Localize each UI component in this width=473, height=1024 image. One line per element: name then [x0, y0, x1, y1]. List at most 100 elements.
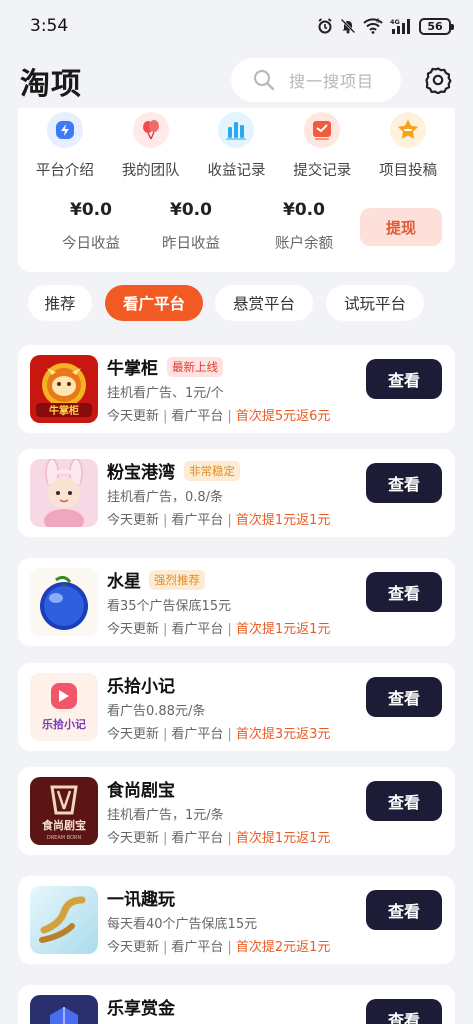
tab-ad-platform[interactable]: 看广平台 [105, 285, 203, 321]
mute-bell-icon [340, 18, 356, 34]
item-name: 食尚剧宝 [107, 781, 175, 801]
item-name: 一讯趣玩 [107, 890, 175, 910]
app-title: 淘项 [20, 67, 82, 102]
update-text: 今天更新 [107, 831, 160, 846]
app-logo: 牛掌柜 [30, 355, 98, 423]
promo-text: 首次提1元返1元 [235, 831, 331, 846]
search-input[interactable]: 搜一搜项目 [231, 58, 401, 102]
update-text: 今天更新 [107, 940, 160, 955]
item-description: 挂机看广告、1元/个 [107, 386, 224, 401]
promo-text: 首次提1元返1元 [235, 622, 331, 637]
item-description: 看广告0.88元/条 [107, 704, 206, 719]
app-logo [30, 459, 98, 527]
logo-text: 牛掌柜 [49, 404, 79, 417]
update-text: 今天更新 [107, 513, 160, 528]
settings-button[interactable] [423, 65, 453, 95]
withdraw-button[interactable]: 提现 [360, 208, 442, 246]
tag-badge: 最新上线 [167, 357, 223, 377]
bar-chart-icon [218, 112, 255, 148]
view-button[interactable]: 查看 [366, 890, 442, 930]
promo-text: 首次提3元返3元 [235, 727, 331, 742]
earning-label: 昨日收益 [162, 236, 220, 252]
view-button[interactable]: 查看 [366, 572, 442, 612]
quick-action-team[interactable]: 我的团队 [108, 112, 194, 188]
status-time: 3:54 [30, 16, 69, 36]
list-item[interactable]: 粉宝港湾 非常稳定 挂机看广告，0.8/条 今天更新 | 看广平台 | 首次提1元返1元… [18, 449, 455, 537]
summary-card: 平台介绍 我的团队 收益记录 提交记录 项目投稿 ¥0.0 今日收益 ¥0.0 … [18, 108, 455, 272]
update-text: 今天更新 [107, 622, 160, 637]
earning-value: ¥0.0 [170, 200, 212, 220]
list-item[interactable]: 食尚剧宝 DREAM BORN 食尚剧宝 挂机看广告，1元/条 今天更新 | 看广平… [18, 767, 455, 855]
category-text: 看广平台 [171, 831, 224, 846]
item-name: 粉宝港湾 [107, 463, 175, 483]
status-bar: 3:54 6 4G 56 [0, 0, 473, 52]
view-button[interactable]: 查看 [366, 999, 442, 1024]
tab-trial-platform[interactable]: 试玩平台 [326, 285, 424, 321]
search-placeholder: 搜一搜项目 [289, 72, 375, 91]
item-name: 牛掌柜 [107, 359, 158, 379]
status-icons: 6 4G 56 [317, 17, 454, 35]
app-logo: 乐拾小记 [30, 673, 98, 741]
balloon-icon [132, 112, 169, 148]
item-meta: 今天更新 | 看广平台 | 首次提2元返1元 [107, 940, 331, 955]
list-item[interactable]: 牛掌柜 牛掌柜 最新上线 挂机看广告、1元/个 今天更新 | 看广平台 | 首次提5元返… [18, 345, 455, 433]
item-meta: 今天更新 | 看广平台 | 首次提1元返1元 [107, 831, 331, 846]
earnings-row: ¥0.0 今日收益 ¥0.0 昨日收益 ¥0.0 账户余额 提现 [18, 200, 455, 264]
list-item[interactable]: 乐拾小记 乐拾小记 看广告0.88元/条 今天更新 | 看广平台 | 首次提3元返3元 … [18, 663, 455, 751]
alarm-icon [318, 18, 332, 34]
tag-badge: 强烈推荐 [149, 570, 205, 590]
view-button[interactable]: 查看 [366, 677, 442, 717]
quick-action-submissions[interactable]: 提交记录 [279, 112, 365, 188]
list-item[interactable]: 水星 强烈推荐 看35个广告保底15元 今天更新 | 看广平台 | 首次提1元返1元 查… [18, 558, 455, 646]
signal-label: 4G [390, 18, 400, 26]
category-tabs: 推荐 看广平台 悬赏平台 试玩平台 [18, 285, 455, 321]
promo-text: 首次提2元返1元 [235, 940, 331, 955]
battery-level: 56 [427, 19, 443, 33]
tab-bounty-platform[interactable]: 悬赏平台 [215, 285, 313, 321]
quick-action-intro[interactable]: 平台介绍 [22, 112, 108, 188]
tab-recommended[interactable]: 推荐 [28, 285, 92, 321]
view-button[interactable]: 查看 [366, 359, 442, 399]
view-button[interactable]: 查看 [366, 463, 442, 503]
logo-subtext: DREAM BORN [47, 835, 82, 841]
earning-balance: ¥0.0 账户余额 [249, 200, 359, 253]
update-text: 今天更新 [107, 727, 160, 742]
item-description: 挂机看广告，1元/条 [107, 808, 224, 823]
item-description: 挂机看广告，0.8/条 [107, 490, 224, 505]
category-text: 看广平台 [171, 727, 224, 742]
earning-label: 账户余额 [275, 236, 333, 252]
earning-value: ¥0.0 [70, 200, 112, 220]
wifi-icon: 6 [363, 18, 383, 34]
earning-label: 今日收益 [62, 236, 120, 252]
quick-action-earnings[interactable]: 收益记录 [194, 112, 280, 188]
quick-action-contribute[interactable]: 项目投稿 [365, 112, 451, 188]
submit-icon [304, 112, 341, 148]
category-text: 看广平台 [171, 513, 224, 528]
item-meta: 今天更新 | 看广平台 | 首次提3元返3元 [107, 727, 331, 742]
promo-text: 首次提5元返6元 [235, 409, 331, 424]
search-icon [253, 69, 275, 91]
list-item[interactable]: 一讯趣玩 每天看40个广告保底15元 今天更新 | 看广平台 | 首次提2元返1元 查看 [18, 876, 455, 964]
quick-actions: 平台介绍 我的团队 收益记录 提交记录 项目投稿 [18, 112, 455, 188]
gear-icon [425, 67, 452, 94]
header: 淘项 搜一搜项目 [0, 52, 473, 110]
item-description: 看35个广告保底15元 [107, 599, 232, 614]
cell-signal-icon: 4G [390, 18, 410, 34]
category-text: 看广平台 [171, 409, 224, 424]
lightning-icon [46, 112, 83, 148]
earning-today: ¥0.0 今日收益 [36, 200, 146, 253]
battery-indicator: 56 [419, 17, 454, 35]
earning-value: ¥0.0 [283, 200, 325, 220]
app-logo [30, 886, 98, 954]
category-text: 看广平台 [171, 622, 224, 637]
item-name: 乐拾小记 [107, 677, 175, 697]
logo-text: 食尚剧宝 [42, 818, 86, 832]
app-logo [30, 568, 98, 636]
star-icon [390, 112, 427, 148]
list-item[interactable]: 乐享赏金 查看 [18, 985, 455, 1024]
item-meta: 今天更新 | 看广平台 | 首次提5元返6元 [107, 409, 331, 424]
logo-text: 乐拾小记 [42, 717, 86, 731]
item-name: 乐享赏金 [107, 999, 175, 1019]
item-meta: 今天更新 | 看广平台 | 首次提1元返1元 [107, 622, 331, 637]
view-button[interactable]: 查看 [366, 781, 442, 821]
